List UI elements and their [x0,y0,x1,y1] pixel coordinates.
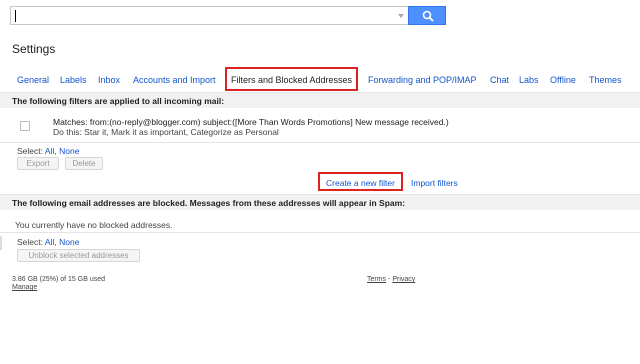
select-none-link[interactable]: None [59,146,79,156]
import-filters-link[interactable]: Import filters [411,178,458,188]
select-separator: , [54,146,57,156]
select-separator: , [54,237,57,247]
tab-chat[interactable]: Chat [490,75,509,85]
terms-link[interactable]: Terms [367,276,386,283]
manage-storage-link[interactable]: Manage [12,284,37,291]
divider [0,232,640,233]
tab-forwarding-and-pop-imap[interactable]: Forwarding and POP/IMAP [368,75,477,85]
delete-button[interactable]: Delete [65,157,103,170]
filters-section-header: The following filters are applied to all… [0,92,640,108]
text-cursor [15,10,16,22]
filter-action: Do this: Star it, Mark it as important, … [53,127,279,137]
create-filter-highlight [318,172,403,191]
tab-inbox[interactable]: Inbox [98,75,120,85]
tab-labels[interactable]: Labels [60,75,87,85]
blocked-section-header: The following email addresses are blocke… [0,194,640,210]
storage-usage: 3.86 GB (25%) of 15 GB used [12,276,105,283]
tab-themes[interactable]: Themes [589,75,622,85]
filter-checkbox[interactable] [20,121,30,131]
search-input[interactable] [10,6,408,25]
active-tab-highlight [225,67,358,91]
filters-heading: The following filters are applied to all… [12,96,225,106]
tab-general[interactable]: General [17,75,49,85]
tab-accounts-and-import[interactable]: Accounts and Import [133,75,216,85]
blocked-select-row: Select: All, None [17,237,79,247]
search-options-dropdown-icon[interactable] [398,14,404,18]
search-icon [422,10,434,22]
filters-select-row: Select: All, None [17,146,79,156]
privacy-link[interactable]: Privacy [392,276,415,283]
select-none-link[interactable]: None [59,237,79,247]
footer-separator: - [388,276,391,283]
unblock-selected-button[interactable]: Unblock selected addresses [17,249,140,262]
filter-matches[interactable]: Matches: from:(no-reply@blogger.com) sub… [53,117,449,127]
blocked-heading: The following email addresses are blocke… [12,198,406,208]
blocked-empty-text: You currently have no blocked addresses. [15,220,173,230]
tab-labs[interactable]: Labs [519,75,539,85]
export-button[interactable]: Export [17,157,59,170]
search-button[interactable] [408,6,446,25]
select-all-link[interactable]: All [45,237,54,247]
edge-marker [0,236,2,250]
tab-offline[interactable]: Offline [550,75,576,85]
page-title: Settings [12,42,56,56]
select-label: Select: [17,237,43,247]
footer-links: Terms - Privacy [367,276,415,283]
select-label: Select: [17,146,43,156]
divider [0,142,640,143]
select-all-link[interactable]: All [45,146,54,156]
